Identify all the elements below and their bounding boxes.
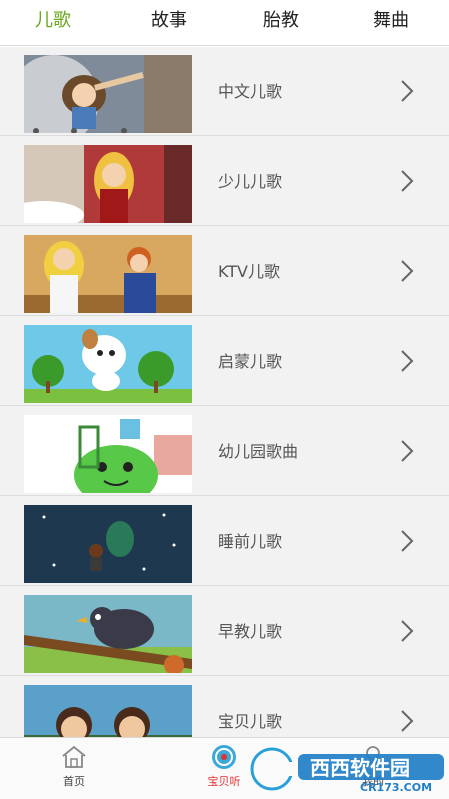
- top-tab-bar: 儿歌 故事 胎教 舞曲: [0, 0, 449, 46]
- list-item[interactable]: 少儿儿歌: [0, 137, 449, 226]
- list-item[interactable]: KTV儿歌: [0, 227, 449, 316]
- list-item-label: 早教儿歌: [218, 622, 283, 641]
- thumbnail-image: [24, 685, 192, 737]
- list-item[interactable]: 启蒙儿歌: [0, 317, 449, 406]
- site-watermark: 西西软件园 CR173.COM: [249, 744, 446, 794]
- thumbnail-image: [24, 145, 192, 223]
- list-item-label: 启蒙儿歌: [218, 352, 283, 371]
- list-item[interactable]: 睡前儿歌: [0, 497, 449, 586]
- tab-nursery-rhymes[interactable]: 儿歌: [28, 8, 78, 34]
- list-item[interactable]: 早教儿歌: [0, 587, 449, 676]
- thumbnail-image: [24, 235, 192, 313]
- chevron-right-icon: [401, 260, 414, 282]
- home-icon: [62, 745, 86, 768]
- thumbnail-image: [24, 415, 192, 493]
- watermark-logo-icon: 西西软件园 CR173.COM: [249, 746, 444, 794]
- category-list: 中文儿歌 少儿儿歌 KTV儿歌 启蒙儿歌 幼儿园歌曲 睡前儿歌 早教儿歌 宝贝儿…: [0, 47, 449, 737]
- list-item-label: 少儿儿歌: [218, 172, 283, 191]
- chevron-right-icon: [401, 710, 414, 732]
- chevron-right-icon: [401, 80, 414, 102]
- list-item-label: 幼儿园歌曲: [218, 442, 299, 461]
- list-item-label: 睡前儿歌: [218, 532, 283, 551]
- chevron-right-icon: [401, 350, 414, 372]
- list-item-label: 宝贝儿歌: [218, 712, 283, 731]
- list-item-label: KTV儿歌: [218, 262, 280, 281]
- chevron-right-icon: [401, 530, 414, 552]
- tab-prenatal[interactable]: 胎教: [256, 8, 306, 34]
- list-item[interactable]: 幼儿园歌曲: [0, 407, 449, 496]
- music-disc-icon: [212, 745, 236, 769]
- list-item[interactable]: 中文儿歌: [0, 47, 449, 136]
- tab-stories[interactable]: 故事: [144, 8, 194, 34]
- thumbnail-image: [24, 595, 192, 673]
- chevron-right-icon: [401, 440, 414, 462]
- thumbnail-image: [24, 505, 192, 583]
- nav-home-label: 首页: [63, 775, 85, 788]
- thumbnail-image: [24, 55, 192, 133]
- tab-dance[interactable]: 舞曲: [366, 8, 416, 34]
- svg-text:CR173.COM: CR173.COM: [360, 781, 432, 794]
- chevron-right-icon: [401, 170, 414, 192]
- thumbnail-image: [24, 325, 192, 403]
- svg-text:西西软件园: 西西软件园: [310, 756, 410, 780]
- chevron-right-icon: [401, 620, 414, 642]
- list-item[interactable]: 宝贝儿歌: [0, 677, 449, 737]
- list-item-label: 中文儿歌: [218, 82, 283, 101]
- nav-home[interactable]: 首页: [29, 738, 119, 799]
